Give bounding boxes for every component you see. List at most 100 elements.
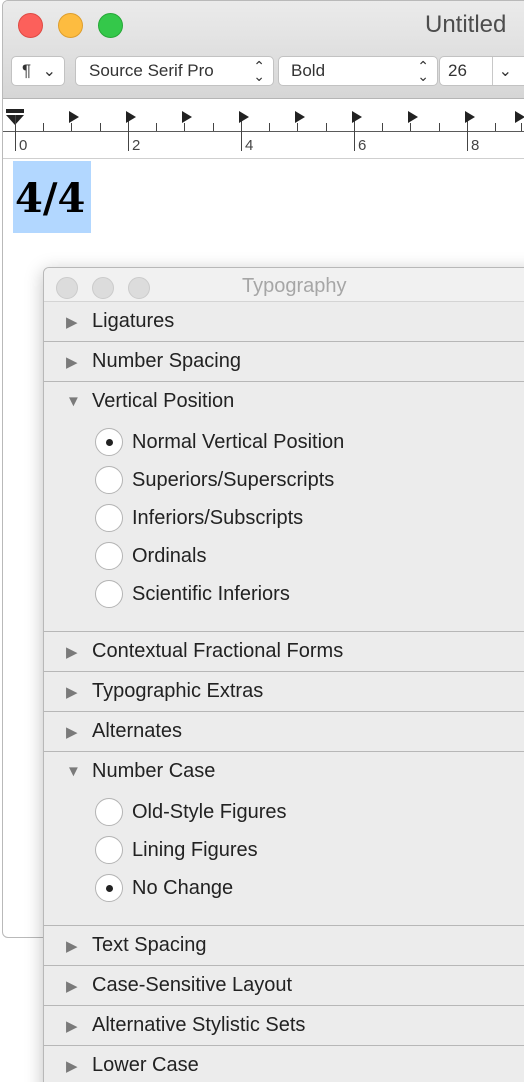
section-header[interactable]: ▼ Vertical Position	[44, 382, 524, 421]
ruler-tick	[495, 123, 496, 131]
radio-option[interactable]: Old-Style Figures	[44, 793, 524, 831]
section-label: Ligatures	[92, 310, 175, 332]
section-header[interactable]: ▶ Alternative Stylistic Sets	[44, 1006, 524, 1045]
stepper-arrows-icon: ⌃ ⌄	[253, 58, 265, 84]
section-header[interactable]: ▶ Ligatures	[44, 302, 524, 341]
radio-option[interactable]: Inferiors/Subscripts	[44, 499, 524, 537]
disclosure-triangle-down-icon[interactable]: ▼	[66, 393, 88, 410]
font-family-popup[interactable]: Source Serif Pro ⌃ ⌄	[75, 56, 274, 86]
disclosure-triangle-down-icon[interactable]: ▼	[66, 763, 88, 780]
tab-stop-icon[interactable]	[126, 111, 136, 123]
indent-marker-icon[interactable]	[5, 109, 27, 131]
disclosure-triangle-right-icon[interactable]: ▶	[66, 977, 88, 995]
tab-stop-icon[interactable]	[408, 111, 418, 123]
radio-button[interactable]	[95, 504, 123, 532]
paragraph-style-popup[interactable]: ¶ ⌄	[11, 56, 65, 86]
ruler-tick	[410, 123, 411, 131]
section-header[interactable]: ▶ Lower Case	[44, 1046, 524, 1082]
ruler-tick	[15, 115, 16, 151]
radio-button-selected[interactable]	[95, 428, 123, 456]
section-header[interactable]: ▶ Text Spacing	[44, 926, 524, 965]
section-header[interactable]: ▶ Number Spacing	[44, 342, 524, 381]
tab-stop-icon[interactable]	[182, 111, 192, 123]
tab-stop-icon[interactable]	[465, 111, 475, 123]
section-number-case: ▼ Number Case Old-Style Figures Lining F…	[44, 752, 524, 926]
section-label: Alternative Stylistic Sets	[92, 1014, 306, 1036]
ruler-tick	[269, 123, 270, 131]
disclosure-triangle-right-icon[interactable]: ▶	[66, 937, 88, 955]
radio-option[interactable]: Lining Figures	[44, 831, 524, 869]
close-button[interactable]	[18, 13, 43, 38]
radio-option[interactable]: Scientific Inferiors	[44, 575, 524, 613]
radio-button[interactable]	[95, 798, 123, 826]
section-header[interactable]: ▶ Contextual Fractional Forms	[44, 632, 524, 671]
radio-button[interactable]	[95, 836, 123, 864]
section-header[interactable]: ▶ Alternates	[44, 712, 524, 751]
chevron-down-icon[interactable]: ⌄	[499, 61, 512, 81]
tab-stop-icon[interactable]	[69, 111, 79, 123]
panel-zoom-button[interactable]	[128, 277, 150, 299]
radio-label: Scientific Inferiors	[132, 582, 290, 605]
disclosure-triangle-right-icon[interactable]: ▶	[66, 683, 88, 701]
section-header[interactable]: ▶ Case-Sensitive Layout	[44, 966, 524, 1005]
radio-option[interactable]: Superiors/Superscripts	[44, 461, 524, 499]
panel-minimize-button[interactable]	[92, 277, 114, 299]
ruler-label: 8	[471, 137, 480, 154]
ruler-tick	[100, 123, 101, 131]
section-number-spacing: ▶ Number Spacing	[44, 342, 524, 382]
typography-panel: Typography ▶ Ligatures ▶ Number Spacing …	[43, 267, 524, 1082]
radio-label: Normal Vertical Position	[132, 430, 345, 453]
radio-button[interactable]	[95, 542, 123, 570]
ruler-tick	[71, 123, 72, 131]
tab-stop-icon[interactable]	[352, 111, 362, 123]
window-title: Untitled	[425, 11, 507, 38]
section-ligatures: ▶ Ligatures	[44, 302, 524, 342]
tab-stop-icon[interactable]	[239, 111, 249, 123]
section-label: Contextual Fractional Forms	[92, 640, 344, 662]
section-label: Number Case	[92, 760, 216, 782]
panel-close-button[interactable]	[56, 277, 78, 299]
radio-button[interactable]	[95, 466, 123, 494]
ruler-tick	[326, 123, 327, 131]
radio-button[interactable]	[95, 580, 123, 608]
font-size-combo[interactable]: 26 ⌄	[439, 56, 524, 86]
tab-stop-icon[interactable]	[515, 111, 524, 123]
section-case-sensitive-layout: ▶ Case-Sensitive Layout	[44, 966, 524, 1006]
radio-group: Old-Style Figures Lining Figures No Chan…	[44, 791, 524, 925]
document-text-selection[interactable]: 4/4	[13, 161, 91, 233]
stepper-arrows-icon: ⌃ ⌄	[417, 58, 429, 84]
disclosure-triangle-right-icon[interactable]: ▶	[66, 1017, 88, 1035]
minimize-button[interactable]	[58, 13, 83, 38]
ruler-label: 0	[19, 137, 28, 154]
ruler-tick	[213, 123, 214, 131]
section-label: Text Spacing	[92, 934, 207, 956]
disclosure-triangle-right-icon[interactable]: ▶	[66, 353, 88, 371]
radio-option[interactable]: Ordinals	[44, 537, 524, 575]
font-style-popup[interactable]: Bold ⌃ ⌄	[278, 56, 438, 86]
disclosure-triangle-right-icon[interactable]: ▶	[66, 643, 88, 661]
radio-label: No Change	[132, 876, 234, 899]
chevron-down-icon: ⌄	[42, 63, 56, 80]
disclosure-triangle-right-icon[interactable]: ▶	[66, 1057, 88, 1075]
font-size-value[interactable]: 26	[448, 61, 467, 81]
ruler-label: 6	[358, 137, 367, 154]
ruler-baseline	[3, 131, 524, 132]
ruler[interactable]: 0 2 4 6 8	[3, 99, 524, 159]
section-header[interactable]: ▶ Typographic Extras	[44, 672, 524, 711]
disclosure-triangle-right-icon[interactable]: ▶	[66, 313, 88, 331]
section-alternates: ▶ Alternates	[44, 712, 524, 752]
radio-option[interactable]: Normal Vertical Position	[44, 423, 524, 461]
radio-button-selected[interactable]	[95, 874, 123, 902]
ruler-label: 2	[132, 137, 141, 154]
ruler-tick	[297, 123, 298, 131]
ruler-tick	[382, 123, 383, 131]
paragraph-icon: ¶	[22, 61, 32, 80]
radio-label: Superiors/Superscripts	[132, 468, 335, 491]
section-typographic-extras: ▶ Typographic Extras	[44, 672, 524, 712]
disclosure-triangle-right-icon[interactable]: ▶	[66, 723, 88, 741]
section-header[interactable]: ▼ Number Case	[44, 752, 524, 791]
radio-label: Lining Figures	[132, 838, 258, 861]
tab-stop-icon[interactable]	[295, 111, 305, 123]
zoom-button[interactable]	[98, 13, 123, 38]
radio-option[interactable]: No Change	[44, 869, 524, 907]
